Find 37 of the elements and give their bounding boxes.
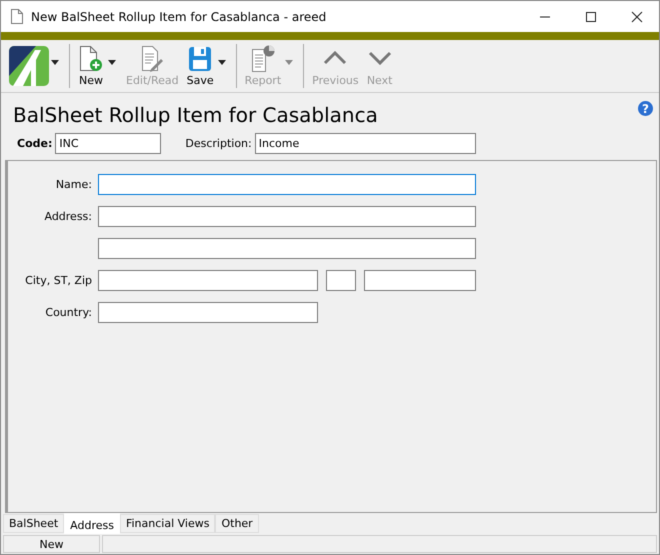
zip-field[interactable] (364, 270, 476, 291)
logo-icon (9, 46, 49, 86)
caret-icon[interactable] (108, 60, 116, 64)
report-icon (250, 45, 276, 73)
close-icon[interactable] (631, 10, 643, 22)
description-label: Description: (185, 137, 252, 150)
text-field[interactable] (98, 302, 318, 323)
tab[interactable]: BalSheet (3, 514, 64, 533)
code-label: Code: (17, 137, 52, 150)
field-label: Address: (44, 210, 92, 223)
text-field[interactable] (98, 238, 476, 259)
app-logo-button[interactable] (7, 46, 51, 86)
window-title: New BalSheet Rollup Item for Casablanca - areed (31, 10, 328, 24)
record-heading: BalSheet Rollup Item for Casablanca (13, 103, 378, 127)
field-label: Country: (45, 306, 92, 319)
tab[interactable]: Other (215, 514, 259, 533)
text-field[interactable] (98, 206, 476, 227)
description-field[interactable]: Income (254, 133, 476, 154)
help-icon[interactable]: ? (638, 101, 653, 116)
maximize-icon[interactable] (585, 10, 597, 22)
tab[interactable]: Financial Views (120, 514, 216, 533)
caret-icon[interactable] (51, 60, 59, 64)
status-text: New (3, 535, 100, 553)
new-button[interactable]: New (74, 45, 108, 87)
caret-icon[interactable] (218, 60, 226, 64)
text-field[interactable] (98, 270, 318, 291)
text-field[interactable] (98, 174, 476, 195)
save-icon (187, 45, 214, 73)
new-document-icon (78, 45, 104, 73)
edit-document-icon (139, 45, 166, 73)
save-button[interactable]: Save (182, 45, 218, 87)
field-label: Name: (56, 178, 92, 191)
field-label: City, ST, Zip (25, 274, 92, 287)
code-field[interactable]: INC (55, 133, 162, 154)
state-field[interactable] (326, 270, 356, 291)
document-icon (11, 9, 23, 24)
tab[interactable]: Address (64, 513, 120, 534)
